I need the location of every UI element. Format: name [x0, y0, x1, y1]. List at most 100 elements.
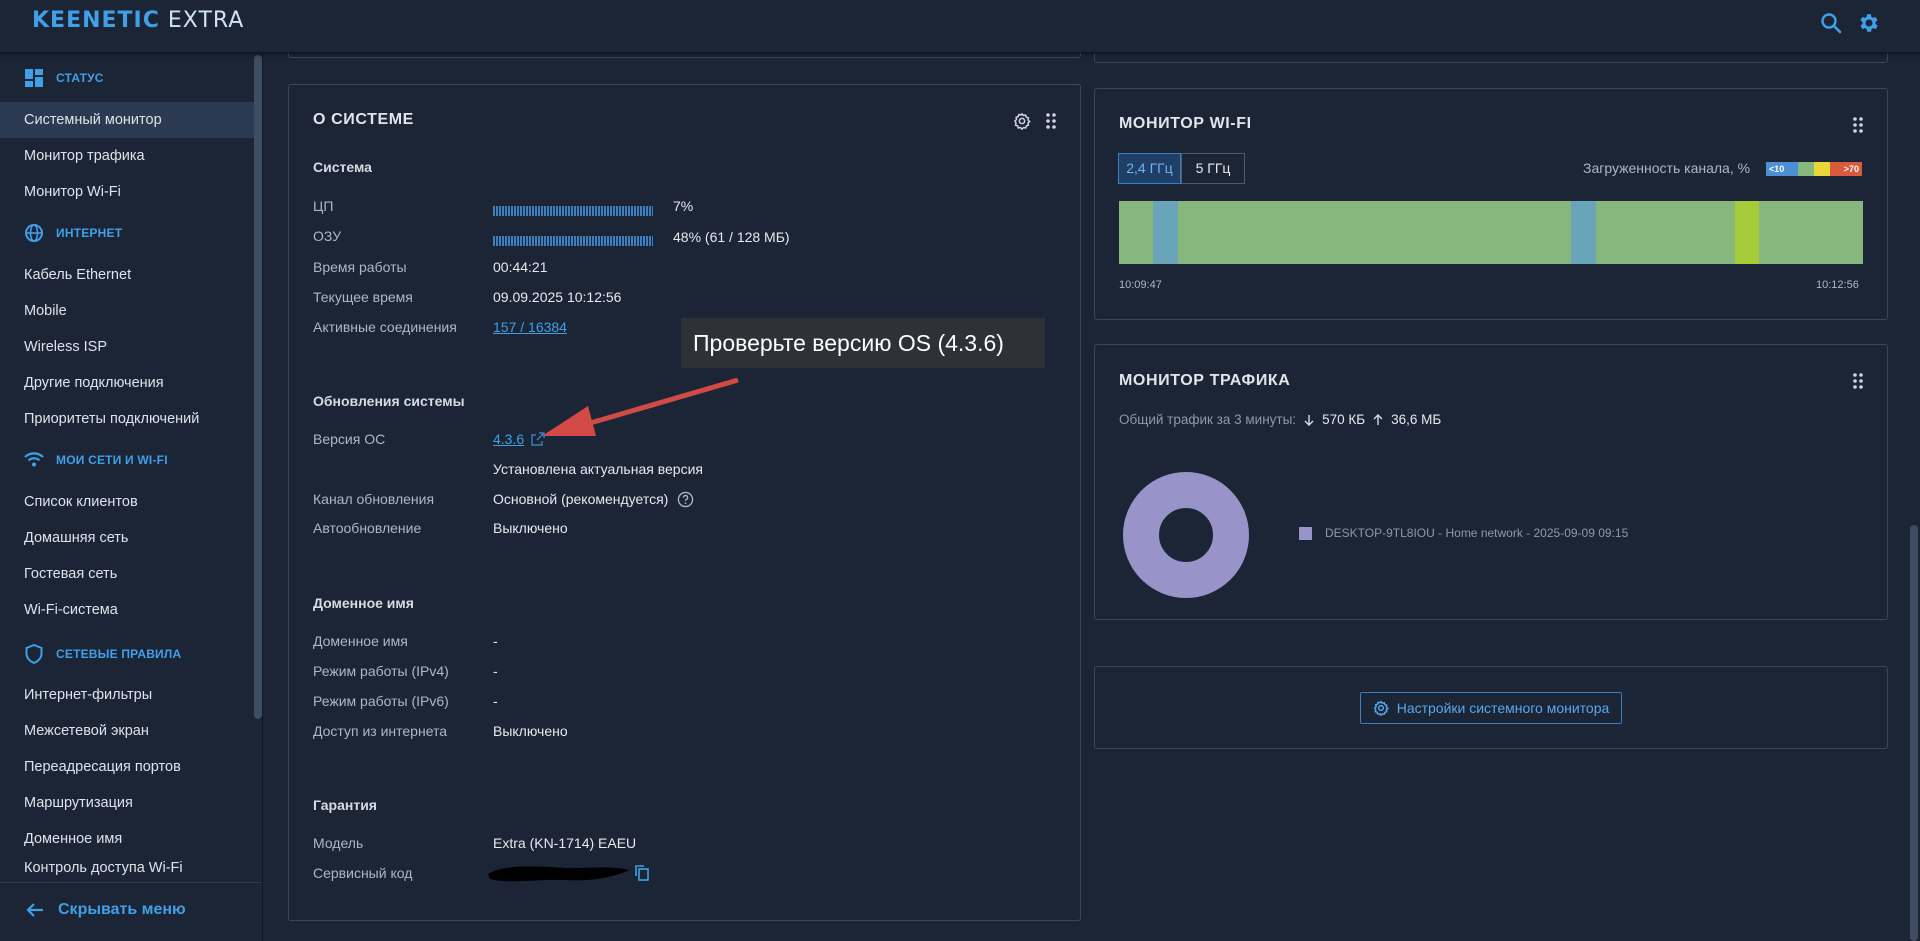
sidebar-item-home-network[interactable]: Домашняя сеть — [0, 520, 254, 556]
drag-handle-icon[interactable] — [1045, 112, 1057, 130]
internet-access-label: Доступ из интернета — [313, 723, 448, 739]
drag-handle-icon[interactable] — [1852, 372, 1864, 390]
channel-load-label: Загруженность канала, % — [1583, 160, 1751, 176]
cpu-value: 7% — [673, 198, 694, 214]
sidebar-item-client-list[interactable]: Список клиентов — [0, 484, 254, 520]
section-updates-heading: Обновления системы — [313, 393, 465, 409]
arrow-left-icon — [26, 903, 43, 917]
tab-2-4ghz[interactable]: 2,4 ГГц — [1118, 153, 1181, 184]
wifi-time-end: 10:12:56 — [1816, 279, 1859, 291]
traffic-monitor-title: МОНИТОР ТРАФИКА — [1119, 372, 1291, 389]
sidebar-item-firewall[interactable]: Межсетевой экран — [0, 713, 254, 749]
sidebar-item-port-forwarding[interactable]: Переадресация портов — [0, 749, 254, 785]
settings-icon[interactable] — [1013, 112, 1031, 130]
external-link-icon[interactable] — [531, 432, 545, 446]
sidebar-item-guest-network[interactable]: Гостевая сеть — [0, 556, 254, 592]
cpu-load-bar — [493, 206, 653, 216]
ipv6-mode-value: - — [493, 693, 498, 709]
sidebar-section-networks[interactable]: МОИ СЕТИ И WI-FI — [24, 450, 168, 470]
sidebar-item-traffic-monitor[interactable]: Монитор трафика — [0, 138, 254, 174]
drag-handle-icon[interactable] — [1852, 116, 1864, 134]
top-bar: KEENETIC EXTRA — [0, 0, 1920, 53]
dashboard-icon — [25, 69, 43, 87]
auto-update-value: Выключено — [493, 520, 568, 536]
globe-icon — [25, 224, 43, 242]
active-connections-link[interactable]: 157 / 16384 — [493, 319, 567, 335]
sidebar: СТАТУС Системный монитор Монитор трафика… — [0, 53, 263, 941]
gear-icon[interactable] — [1857, 11, 1881, 35]
sidebar-item-routing[interactable]: Маршрутизация — [0, 785, 254, 821]
cpu-label: ЦП — [313, 198, 334, 214]
sidebar-item-wireless-isp[interactable]: Wireless ISP — [0, 329, 254, 365]
current-time-value: 09.09.2025 10:12:56 — [493, 289, 622, 305]
page-scrollbar[interactable] — [1910, 525, 1918, 941]
traffic-summary: Общий трафик за 3 минуты: 570 КБ 36,6 МБ — [1119, 412, 1441, 427]
internet-access-value: Выключено — [493, 723, 568, 739]
sidebar-scrollbar[interactable] — [254, 55, 262, 719]
help-icon[interactable] — [677, 491, 694, 508]
auto-update-label: Автообновление — [313, 520, 422, 536]
sidebar-divider — [0, 882, 262, 883]
scale-low: <10 — [1766, 162, 1798, 176]
search-icon[interactable] — [1819, 11, 1843, 35]
hide-menu-button[interactable]: Скрывать меню — [26, 901, 186, 919]
wifi-icon — [24, 452, 44, 467]
sidebar-section-label: СТАТУС — [56, 71, 104, 85]
os-version-link[interactable]: 4.3.6 — [493, 431, 524, 447]
ipv4-mode-label: Режим работы (IPv4) — [313, 663, 449, 679]
sidebar-item-system-monitor[interactable]: Системный монитор — [0, 102, 254, 138]
service-code-label: Сервисный код — [313, 865, 413, 881]
tab-5ghz[interactable]: 5 ГГц — [1181, 153, 1245, 184]
os-status-text: Установлена актуальная версия — [493, 461, 703, 477]
sidebar-item-connection-priorities[interactable]: Приоритеты подключений — [0, 401, 254, 437]
ram-label: ОЗУ — [313, 228, 342, 244]
sidebar-item-wifi-monitor[interactable]: Монитор Wi-Fi — [0, 174, 254, 210]
traffic-legend-label: DESKTOP-9TL8IOU - Home network - 2025-09… — [1325, 526, 1629, 540]
settings-button-label: Настройки системного монитора — [1396, 700, 1610, 716]
logo-model: EXTRA — [167, 8, 245, 33]
redacted-service-code — [488, 866, 630, 882]
sidebar-section-label: МОИ СЕТИ И WI-FI — [56, 453, 168, 467]
update-channel-row: Основной (рекомендуется) — [493, 491, 694, 508]
sidebar-item-other-connections[interactable]: Другие подключения — [0, 365, 254, 401]
sidebar-item-wifi-system[interactable]: Wi-Fi-система — [0, 592, 254, 628]
annotation-callout: Проверьте версию OS (4.3.6) — [681, 318, 1045, 368]
arrow-down-icon — [1304, 414, 1314, 426]
system-monitor-settings-button[interactable]: Настройки системного монитора — [1360, 692, 1622, 724]
section-warranty-heading: Гарантия — [313, 797, 377, 813]
download-value: 570 КБ — [1322, 412, 1366, 427]
sidebar-item-ethernet[interactable]: Кабель Ethernet — [0, 257, 254, 293]
ram-value: 48% (61 / 128 МБ) — [673, 229, 790, 245]
wifi-monitor-title: МОНИТОР WI-FI — [1119, 115, 1252, 132]
hide-menu-label: Скрывать меню — [58, 901, 186, 918]
ipv6-mode-label: Режим работы (IPv6) — [313, 693, 449, 709]
uptime-value: 00:44:21 — [493, 259, 548, 275]
annotation-arrow — [542, 378, 739, 436]
copy-icon[interactable] — [635, 865, 649, 881]
sidebar-item-domain-name[interactable]: Доменное имя — [0, 821, 254, 857]
wifi-time-start: 10:09:47 — [1119, 279, 1162, 291]
sidebar-section-internet[interactable]: ИНТЕРНЕТ — [24, 223, 122, 243]
section-domain-heading: Доменное имя — [313, 595, 414, 611]
ipv4-mode-value: - — [493, 663, 498, 679]
sidebar-item-internet-filters[interactable]: Интернет-фильтры — [0, 677, 254, 713]
os-version-label: Версия ОС — [313, 431, 386, 447]
system-panel-title: О СИСТЕМЕ — [313, 111, 414, 128]
model-label: Модель — [313, 835, 364, 851]
traffic-donut-chart — [1123, 472, 1249, 598]
logo[interactable]: KEENETIC EXTRA — [32, 8, 244, 33]
sidebar-item-wifi-access-control[interactable]: Контроль доступа Wi-Fi — [0, 856, 254, 880]
uptime-label: Время работы — [313, 259, 407, 275]
section-system-heading: Система — [313, 159, 372, 175]
traffic-summary-label: Общий трафик за 3 минуты: — [1119, 412, 1297, 427]
settings-icon — [1373, 700, 1389, 716]
wifi-channel-chart — [1119, 201, 1863, 264]
arrow-up-icon — [1373, 413, 1383, 425]
sidebar-section-status[interactable]: СТАТУС — [24, 68, 104, 88]
update-channel-value: Основной (рекомендуется) — [493, 491, 669, 507]
domain-value: - — [493, 633, 498, 649]
domain-label: Доменное имя — [313, 633, 408, 649]
sidebar-section-network-rules[interactable]: СЕТЕВЫЕ ПРАВИЛА — [24, 644, 181, 664]
sidebar-item-mobile[interactable]: Mobile — [0, 293, 254, 329]
legend-swatch — [1299, 527, 1312, 540]
